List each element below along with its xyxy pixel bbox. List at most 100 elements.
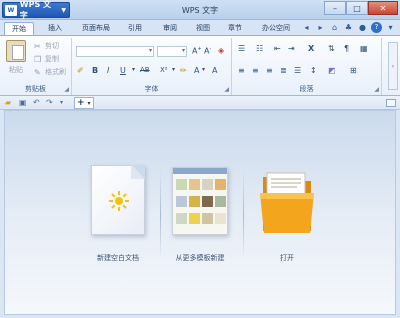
template-thumbnail	[176, 196, 187, 207]
bold-icon[interactable]: B	[92, 66, 98, 75]
dialog-launcher-icon[interactable]: ◢	[374, 86, 379, 93]
redo-icon[interactable]: ↷	[46, 98, 53, 108]
chevron-down-icon[interactable]: ▾	[202, 66, 205, 73]
quick-access-toolbar: ▰ ▣ ↶ ↷ ▾ + ▾	[0, 96, 400, 110]
back-icon[interactable]: ◂	[301, 22, 312, 33]
tab-section[interactable]: 章节	[220, 22, 250, 35]
template-thumbnail	[202, 213, 213, 224]
clipboard-group: 粘贴 ✂ 剪切 ❐ 复制 ✎ 格式刷 剪贴板 ◢	[0, 38, 72, 95]
open-file-button[interactable]	[257, 167, 317, 235]
plus-icon: +	[77, 98, 85, 108]
clipboard-icon	[6, 40, 26, 62]
divider	[160, 170, 161, 260]
minimize-button[interactable]: –	[324, 1, 346, 15]
title-bar: W WPS 文字 ▼ WPS 文字 – □ ✕	[0, 0, 400, 20]
template-thumbnail	[215, 213, 226, 224]
shrink-font-icon[interactable]: A-	[204, 46, 211, 56]
numbering-icon[interactable]: ☷	[256, 44, 263, 53]
open-file-label[interactable]: 打开	[232, 253, 342, 263]
superscript-icon[interactable]: X²	[160, 66, 168, 74]
tab-page-layout[interactable]: 页面布局	[76, 22, 116, 35]
divider	[243, 170, 244, 260]
sort-icon[interactable]: ⇅	[328, 44, 335, 53]
options-icon[interactable]: ▾	[385, 22, 396, 33]
align-center-icon[interactable]: ≡	[252, 66, 259, 75]
align-left-icon[interactable]: ≡	[238, 66, 245, 75]
chevron-down-icon[interactable]: ▾	[60, 98, 63, 108]
strikethrough-icon[interactable]: AB	[140, 66, 150, 74]
tab-insert[interactable]: 插入	[40, 22, 70, 35]
help-icon[interactable]: ?	[371, 22, 382, 33]
sun-icon	[109, 191, 129, 211]
borders-icon[interactable]: ▦	[360, 44, 368, 53]
tab-home[interactable]: 开始	[4, 22, 34, 35]
copy-button[interactable]: ❐ 复制	[34, 54, 59, 64]
brush-icon: ✎	[34, 67, 41, 77]
forward-icon[interactable]: ▸	[315, 22, 326, 33]
increase-indent-icon[interactable]: ⇥	[288, 44, 295, 53]
decrease-indent-icon[interactable]: ⇤	[274, 44, 281, 53]
template-thumbnail	[215, 196, 226, 207]
format-painter-button[interactable]: ✎ 格式刷	[34, 67, 66, 77]
dialog-launcher-icon[interactable]: ◢	[224, 86, 229, 93]
close-button[interactable]: ✕	[368, 1, 398, 15]
font-color-icon[interactable]: A	[194, 66, 199, 75]
dialog-launcher-icon[interactable]: ◢	[64, 86, 69, 93]
template-thumbnail	[176, 179, 187, 190]
bullets-icon[interactable]: ☰	[238, 44, 245, 53]
wps-menu-button[interactable]: W WPS 文字 ▼	[2, 0, 70, 20]
template-gallery-button[interactable]	[172, 167, 228, 235]
paragraph-group: ☰ ☷ ⇤ ⇥ Ⅹ ⇅ ¶ ▦ ≡ ≡ ≡ ≣ ☰ ↕ ◩ ⊞ 段落 ◢	[232, 38, 382, 95]
tab-review[interactable]: 审阅	[155, 22, 185, 35]
cut-button[interactable]: ✂ 剪切	[34, 41, 59, 51]
char-shading-icon[interactable]: A	[212, 66, 217, 75]
show-marks-icon[interactable]: ¶	[344, 44, 349, 53]
paste-button[interactable]: 粘贴	[5, 40, 27, 75]
open-folder-icon[interactable]: ▰	[5, 98, 11, 108]
font-group: A+ A- ◈ ✐ B I U ▾ AB X² ▾ ✏ A ▾ A 字体 ◢	[72, 38, 232, 95]
ribbon-scroll-button[interactable]: ›	[388, 42, 398, 90]
align-right-icon[interactable]: ≡	[266, 66, 273, 75]
font-size-select[interactable]	[157, 46, 187, 57]
shading-icon[interactable]: ◩	[328, 66, 336, 75]
tab-view[interactable]: 视图	[188, 22, 218, 35]
cut-label: 剪切	[45, 42, 59, 50]
tab-references[interactable]: 引用	[120, 22, 150, 35]
phonetic-guide-icon[interactable]: ✐	[77, 66, 84, 75]
chevron-down-icon: ▾	[87, 99, 91, 107]
window-title: WPS 文字	[181, 6, 219, 15]
new-blank-document-button[interactable]	[91, 165, 145, 235]
distribute-icon[interactable]: ☰	[294, 66, 301, 75]
app-button-label: WPS 文字	[19, 0, 52, 20]
undo-icon[interactable]: ↶	[33, 98, 40, 108]
template-thumbnail	[189, 179, 200, 190]
copy-label: 复制	[45, 55, 59, 63]
underline-icon[interactable]: U	[120, 66, 126, 75]
skin-icon[interactable]: ♣	[343, 22, 354, 33]
chevron-down-icon: ▼	[61, 6, 66, 14]
restore-panel-icon[interactable]	[386, 99, 396, 107]
home-icon[interactable]: ⌂	[329, 22, 340, 33]
template-thumbnail	[176, 213, 187, 224]
line-spacing-icon[interactable]: ↕	[310, 66, 317, 75]
tab-row-icons: ◂ ▸ ⌂ ♣ ● ? ▾	[301, 22, 396, 33]
template-header-bar	[173, 168, 227, 174]
chevron-down-icon[interactable]: ▾	[172, 66, 175, 73]
font-name-select[interactable]	[76, 46, 154, 57]
account-icon[interactable]: ●	[357, 22, 368, 33]
tab-office-space[interactable]: 办公空间	[254, 22, 298, 35]
clear-format-icon[interactable]: ◈	[218, 46, 224, 55]
justify-icon[interactable]: ≣	[280, 66, 287, 75]
save-icon[interactable]: ▣	[19, 98, 27, 108]
paragraph-group-label: 段落	[299, 85, 314, 93]
table-borders-icon[interactable]: ⊞	[350, 66, 357, 75]
text-direction-icon[interactable]: Ⅹ	[308, 44, 314, 53]
grow-font-icon[interactable]: A+	[192, 46, 202, 56]
new-tab-button[interactable]: + ▾	[74, 97, 94, 109]
ribbon-tabs: 开始 插入 页面布局 引用 审阅 视图 章节 办公空间 ◂ ▸ ⌂ ♣ ● ? …	[0, 20, 400, 35]
template-thumbnail	[202, 196, 213, 207]
highlight-icon[interactable]: ✏	[180, 66, 187, 75]
chevron-down-icon[interactable]: ▾	[132, 66, 135, 73]
italic-icon[interactable]: I	[107, 66, 109, 75]
maximize-button[interactable]: □	[346, 1, 368, 15]
